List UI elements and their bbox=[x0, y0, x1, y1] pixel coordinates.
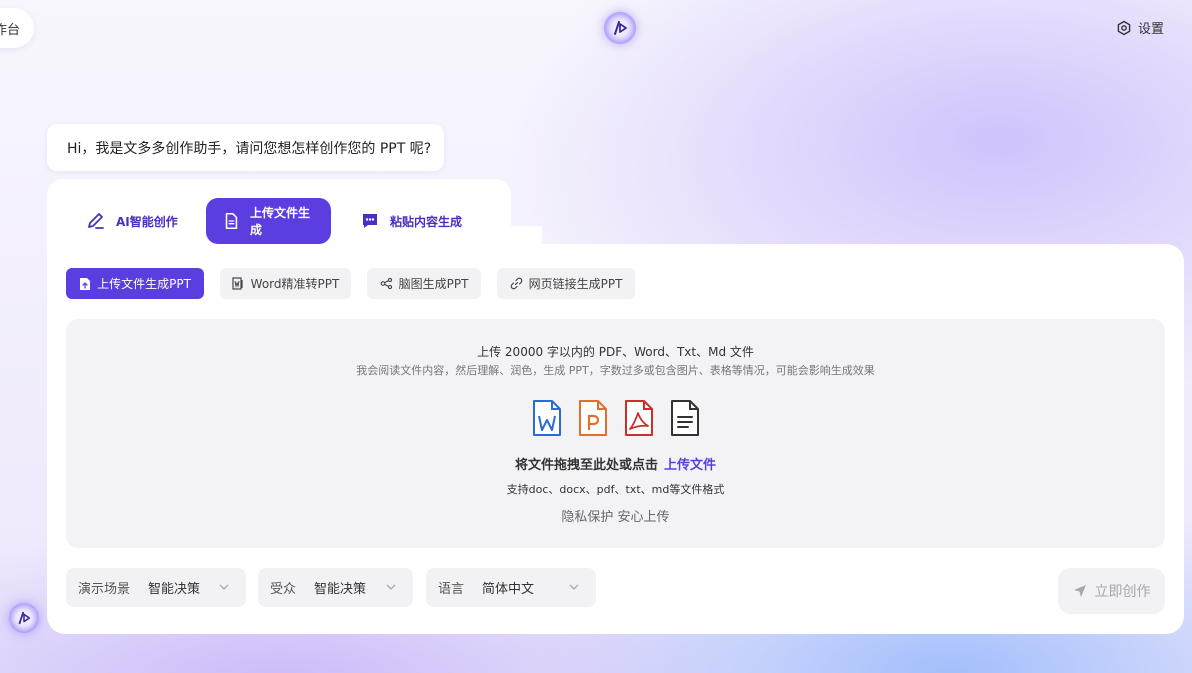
logo-mark-icon bbox=[18, 611, 31, 625]
scene-select-value: 智能决策 bbox=[148, 582, 201, 597]
subtab-mindmap-ppt-label: 脑图生成PPT bbox=[398, 277, 469, 291]
chevron-down-icon bbox=[386, 584, 396, 590]
greeting-text: Hi，我是文多多创作助手，请问您想怎样创作您的 PPT 呢? bbox=[67, 140, 432, 157]
txt-file-icon bbox=[670, 400, 699, 436]
scene-select[interactable]: 演示场景 智能决策 bbox=[66, 568, 246, 607]
subtab-word-to-ppt-label: Word精准转PPT bbox=[250, 277, 340, 291]
file-type-icons bbox=[66, 399, 1165, 437]
tab-paste-content-label: 粘贴内容生成 bbox=[390, 214, 463, 229]
upload-limit-text: 上传 20000 字以内的 PDF、Word、Txt、Md 文件 bbox=[477, 345, 754, 359]
assistant-float-button[interactable] bbox=[9, 603, 39, 633]
scene-select-label: 演示场景 bbox=[78, 582, 131, 597]
audience-select[interactable]: 受众 智能决策 bbox=[258, 568, 413, 607]
gear-icon bbox=[1117, 20, 1131, 35]
upload-file-link[interactable]: 上传文件 bbox=[664, 458, 716, 473]
app-logo bbox=[604, 12, 636, 44]
drag-instruction: 将文件拖拽至此处或点击 bbox=[514, 458, 658, 473]
privacy-text: 隐私保护 安心上传 bbox=[561, 510, 670, 525]
workbench-label: 作台 bbox=[0, 22, 20, 38]
assistant-greeting: Hi，我是文多多创作助手，请问您想怎样创作您的 PPT 呢? bbox=[47, 124, 444, 171]
upload-description: 我会阅读文件内容，然后理解、润色，生成 PPT，字数过多或包含图片、表格等情况，… bbox=[356, 364, 875, 377]
settings-button[interactable]: 设置 bbox=[1116, 18, 1164, 37]
chevron-down-icon bbox=[569, 584, 579, 590]
tab-upload-file-label: 上传文件生成 bbox=[250, 206, 311, 237]
language-select-value: 简体中文 bbox=[482, 582, 535, 597]
document-icon bbox=[225, 213, 238, 229]
language-select[interactable]: 语言 简体中文 bbox=[426, 568, 596, 607]
word-file-icon bbox=[532, 400, 561, 436]
audience-select-value: 智能决策 bbox=[314, 582, 367, 597]
subtab-word-to-ppt[interactable]: Word精准转PPT bbox=[220, 268, 351, 299]
file-upload-icon bbox=[80, 277, 91, 290]
subtab-link-ppt[interactable]: 网页链接生成PPT bbox=[497, 268, 635, 299]
mindmap-icon bbox=[380, 277, 392, 290]
chat-icon bbox=[363, 214, 377, 228]
word-convert-icon bbox=[232, 277, 243, 290]
pen-icon bbox=[88, 213, 104, 229]
pdf-file-icon bbox=[624, 400, 653, 436]
workbench-button[interactable]: 作台 bbox=[0, 8, 34, 48]
tab-paste-content[interactable]: 粘贴内容生成 bbox=[344, 198, 478, 244]
subtab-link-ppt-label: 网页链接生成PPT bbox=[528, 277, 623, 291]
drag-drop-text: 将文件拖拽至此处或点击 上传文件 bbox=[66, 454, 1165, 473]
audience-select-label: 受众 bbox=[270, 582, 297, 597]
subtab-upload-ppt-label: 上传文件生成PPT bbox=[97, 277, 191, 291]
create-now-label: 立即创作 bbox=[1094, 584, 1151, 600]
send-icon bbox=[1073, 585, 1086, 597]
chevron-down-icon bbox=[219, 584, 229, 590]
link-icon bbox=[510, 277, 522, 290]
tab-upload-file[interactable]: 上传文件生成 bbox=[206, 198, 331, 244]
ppt-file-icon bbox=[578, 400, 607, 436]
file-dropzone[interactable]: 上传 20000 字以内的 PDF、Word、Txt、Md 文件 我会阅读文件内… bbox=[66, 319, 1165, 548]
tab-ai-create-label: AI智能创作 bbox=[116, 214, 178, 229]
create-now-button[interactable]: 立即创作 bbox=[1058, 568, 1165, 614]
tab-ai-create[interactable]: AI智能创作 bbox=[70, 198, 194, 244]
subtab-upload-ppt[interactable]: 上传文件生成PPT bbox=[66, 268, 204, 299]
subtab-mindmap-ppt[interactable]: 脑图生成PPT bbox=[367, 268, 481, 299]
logo-mark-icon bbox=[614, 21, 627, 35]
language-select-label: 语言 bbox=[438, 582, 465, 597]
panel-connector bbox=[510, 226, 542, 246]
settings-label: 设置 bbox=[1138, 22, 1165, 37]
supported-formats-text: 支持doc、docx、pdf、txt、md等文件格式 bbox=[506, 483, 725, 496]
